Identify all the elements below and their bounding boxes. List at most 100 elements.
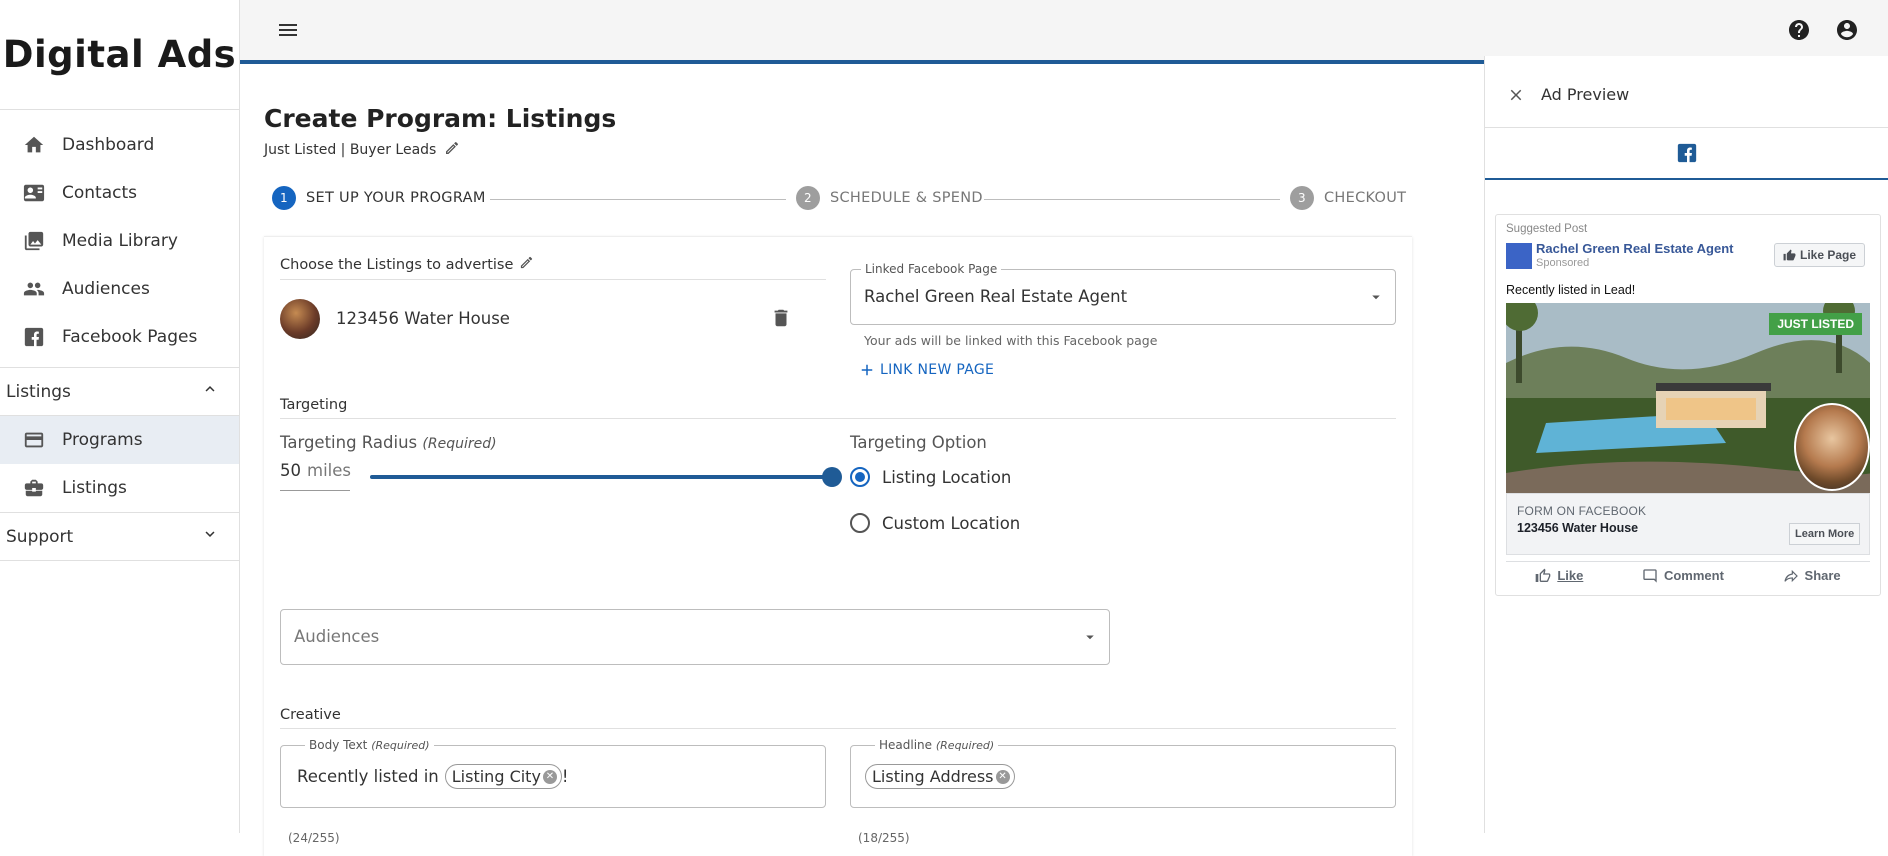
- like-page-button[interactable]: Like Page: [1774, 243, 1866, 267]
- comment-label: Comment: [1663, 568, 1724, 583]
- chip-remove-icon[interactable]: ✕: [995, 769, 1010, 784]
- card-icon: [22, 428, 46, 452]
- program-form-card: Choose the Listings to advertise 123456 …: [264, 236, 1412, 856]
- step-label: SCHEDULE & SPEND: [830, 190, 983, 206]
- headline-field[interactable]: Headline (Required) Listing Address ✕: [850, 738, 1396, 808]
- step-set-up[interactable]: 1 SET UP YOUR PROGRAM: [272, 186, 486, 210]
- sidebar-item-listings[interactable]: Listings: [0, 464, 239, 512]
- link-new-page-label: LINK NEW PAGE: [880, 362, 995, 378]
- linked-facebook-page-select[interactable]: Linked Facebook Page Rachel Green Real E…: [850, 262, 1396, 325]
- chevron-up-icon: [201, 380, 219, 403]
- chip-remove-icon[interactable]: ✕: [542, 769, 557, 784]
- sidebar-group-label: Support: [6, 526, 74, 547]
- step-schedule-spend[interactable]: 2 SCHEDULE & SPEND: [796, 186, 983, 210]
- radio-button[interactable]: [850, 513, 870, 533]
- help-icon[interactable]: [1787, 18, 1811, 46]
- body-text-content: Recently listed in Listing City ✕ !: [297, 764, 569, 789]
- sidebar-item-facebook-pages[interactable]: Facebook Pages: [0, 313, 239, 361]
- agent-photo: [1794, 403, 1870, 491]
- step-checkout[interactable]: 3 CHECKOUT: [1290, 186, 1406, 210]
- plus-icon: [861, 364, 873, 376]
- listings-section-label: Choose the Listings to advertise: [280, 255, 534, 274]
- radius-label-text: Targeting Radius: [280, 433, 418, 452]
- sidebar-item-media-library[interactable]: Media Library: [0, 217, 239, 265]
- ad-headline: 123456 Water House: [1517, 521, 1639, 535]
- ad-listing-image: JUST LISTED: [1506, 303, 1870, 493]
- listing-thumbnail: [280, 299, 320, 339]
- ad-preview-title: Ad Preview: [1541, 85, 1630, 104]
- share-label: Share: [1804, 568, 1841, 583]
- headline-counter: (18/255): [858, 831, 910, 845]
- required-tag: (Required): [935, 739, 995, 752]
- delete-icon[interactable]: [770, 307, 792, 333]
- facebook-page-helper: Your ads will be linked with this Facebo…: [864, 333, 1158, 348]
- radius-slider-thumb[interactable]: [822, 467, 842, 487]
- divider: [280, 418, 1396, 419]
- radio-custom-location[interactable]: Custom Location: [850, 513, 1020, 533]
- program-subtitle: Just Listed | Buyer Leads: [264, 140, 460, 160]
- learn-more-button[interactable]: Learn More: [1789, 523, 1861, 545]
- share-action[interactable]: Share: [1783, 568, 1841, 584]
- step-number: 2: [796, 186, 820, 210]
- sidebar-item-audiences[interactable]: Audiences: [0, 265, 239, 313]
- legend-text: Body Text: [309, 738, 368, 752]
- audiences-select[interactable]: Audiences: [280, 609, 1110, 665]
- ad-preview-header: Ad Preview: [1485, 56, 1888, 128]
- radio-listing-location[interactable]: Listing Location: [850, 467, 1011, 487]
- body-text-field[interactable]: Body Text (Required) Recently listed in …: [280, 738, 826, 808]
- sidebar-item-label: Contacts: [62, 183, 137, 203]
- menu-icon[interactable]: [276, 18, 300, 46]
- chevron-down-icon: [201, 525, 219, 548]
- facebook-ad-preview: Suggested Post Rachel Green Real Estate …: [1495, 214, 1881, 596]
- thumbs-up-icon: [1783, 249, 1796, 260]
- edit-pencil-icon[interactable]: [444, 140, 460, 160]
- listing-city-chip[interactable]: Listing City ✕: [444, 764, 562, 789]
- body-text-prefix: Recently listed in: [297, 767, 439, 786]
- ad-actions: Like Comment Share: [1506, 561, 1870, 589]
- sidebar: Digital Ads Dashboard Contacts Media Lib…: [0, 0, 240, 833]
- targeting-radius-label: Targeting Radius (Required): [280, 433, 497, 452]
- like-page-label: Like Page: [1800, 248, 1857, 262]
- like-action[interactable]: Like: [1535, 568, 1583, 584]
- home-icon: [22, 133, 46, 157]
- step-connector: [984, 199, 1280, 200]
- radius-slider-track[interactable]: [370, 475, 832, 479]
- creative-section-label: Creative: [280, 707, 341, 723]
- edit-pencil-icon[interactable]: [519, 255, 534, 274]
- facebook-icon: [1677, 143, 1697, 163]
- step-number: 3: [1290, 186, 1314, 210]
- form-on-facebook-label: FORM ON FACEBOOK: [1517, 504, 1647, 518]
- targeting-option-label: Targeting Option: [850, 433, 987, 452]
- step-label: CHECKOUT: [1324, 190, 1407, 206]
- link-new-page-button[interactable]: LINK NEW PAGE: [858, 361, 994, 379]
- sponsored-label: Sponsored: [1536, 257, 1590, 269]
- tab-facebook[interactable]: [1485, 128, 1888, 180]
- program-stepper: 1 SET UP YOUR PROGRAM 2 SCHEDULE & SPEND…: [272, 186, 1444, 214]
- body-text-suffix: !: [561, 767, 569, 786]
- sidebar-item-programs[interactable]: Programs: [0, 416, 239, 464]
- thumbs-up-icon: [1535, 568, 1551, 582]
- sidebar-item-dashboard[interactable]: Dashboard: [0, 121, 239, 169]
- account-icon[interactable]: [1835, 18, 1859, 46]
- ad-body-text: Recently listed in Lead!: [1506, 283, 1636, 297]
- chip-label: Listing City: [451, 767, 541, 786]
- sidebar-group-listings[interactable]: Listings: [0, 367, 239, 416]
- sidebar-item-contacts[interactable]: Contacts: [0, 169, 239, 217]
- listing-name: 123456 Water House: [336, 309, 510, 328]
- radius-value: 50: [280, 461, 301, 480]
- top-app-bar: [240, 0, 1888, 64]
- ad-cta-bar: FORM ON FACEBOOK 123456 Water House Lear…: [1506, 493, 1870, 555]
- radio-button-checked[interactable]: [850, 467, 870, 487]
- sidebar-group-support[interactable]: Support: [0, 512, 239, 561]
- radius-input[interactable]: 50 miles: [280, 461, 351, 491]
- comment-action[interactable]: Comment: [1642, 568, 1724, 584]
- step-connector: [490, 199, 786, 200]
- listing-address-chip[interactable]: Listing Address ✕: [865, 764, 1015, 789]
- required-tag: (Required): [422, 436, 497, 452]
- main-content: Create Program: Listings Just Listed | B…: [240, 68, 1484, 845]
- dropdown-arrow-icon: [1081, 628, 1099, 650]
- body-text-counter: (24/255): [288, 831, 340, 845]
- sidebar-item-label: Audiences: [62, 279, 150, 299]
- close-icon[interactable]: [1507, 86, 1525, 108]
- contact-card-icon: [22, 181, 46, 205]
